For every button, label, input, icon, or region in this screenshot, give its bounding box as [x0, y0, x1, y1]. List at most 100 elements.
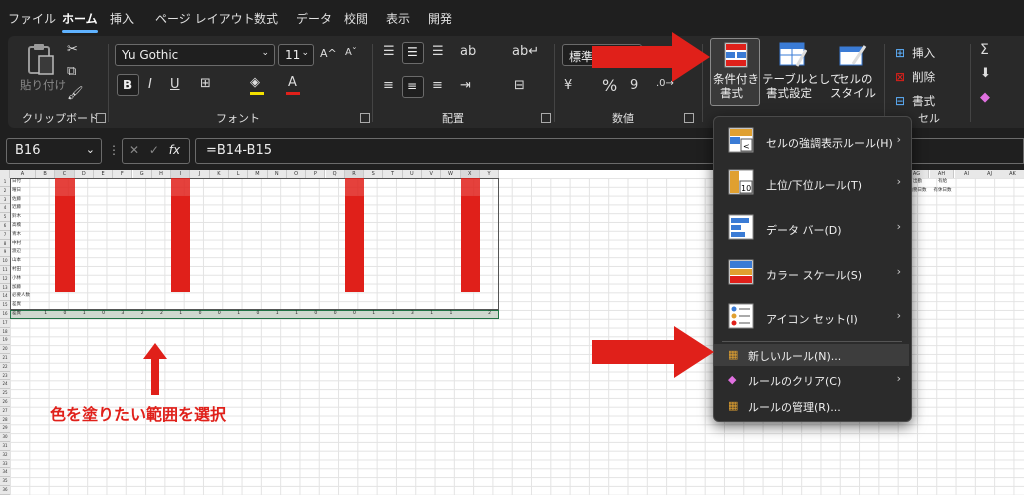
diff-cell[interactable]: 2 [152, 310, 171, 319]
row-header[interactable]: 20 [0, 345, 10, 354]
format-painter-icon[interactable]: 🖌 [67, 86, 84, 101]
enter-icon[interactable]: ✓ [149, 143, 159, 157]
diff-cell[interactable]: 1 [268, 310, 287, 319]
column-header[interactable]: J [190, 170, 210, 178]
name-cell[interactable]: 高橋 [10, 222, 36, 231]
row-header[interactable]: 7 [0, 230, 10, 240]
row-header[interactable]: 25 [0, 389, 10, 398]
row-header[interactable]: 5 [0, 213, 10, 222]
number-launcher-icon[interactable] [684, 113, 694, 123]
column-header[interactable]: A [10, 170, 36, 178]
format-cells-button[interactable]: ⊟ 書式 [895, 90, 935, 109]
name-cell[interactable]: 近藤 [10, 204, 36, 213]
format-as-table-button[interactable]: テーブルとして 書式設定 [762, 40, 841, 106]
function-icon[interactable]: fx [169, 143, 180, 157]
font-launcher-icon[interactable] [360, 113, 370, 123]
name-cell[interactable]: 差異 [10, 301, 36, 310]
tab-7[interactable]: 表示 [386, 10, 410, 27]
diff-cell[interactable]: 0 [190, 310, 209, 319]
column-header[interactable]: Y [479, 170, 500, 178]
diff-cell[interactable]: 1 [287, 310, 306, 319]
column-header[interactable]: O [286, 170, 307, 178]
column-header[interactable]: I [171, 170, 191, 178]
menu-item-highlight-rules[interactable]: < セルの強調表示ルール(H) › [714, 123, 909, 159]
paste-button[interactable]: 貼り付け [18, 42, 66, 102]
row-header[interactable]: 33 [0, 459, 10, 469]
insert-cells-button[interactable]: ⊞ 挿入 [895, 42, 935, 61]
column-header[interactable]: L [229, 170, 249, 178]
tab-2[interactable]: 挿入 [110, 10, 134, 27]
name-cell[interactable]: 中村 [10, 240, 36, 249]
name-box[interactable]: B16 ⌄ [6, 138, 102, 164]
row-header[interactable]: 31 [0, 442, 10, 451]
shrink-font-button[interactable]: Aˇ [345, 47, 357, 58]
align-center-icon[interactable]: ≡ [402, 76, 424, 98]
tab-0[interactable]: ファイル [8, 10, 56, 27]
copy-icon[interactable]: ⧉ [67, 64, 76, 79]
row-header[interactable]: 35 [0, 477, 10, 486]
menu-item-icon-sets[interactable]: アイコン セット(I) › [714, 299, 909, 335]
column-header[interactable]: U [402, 170, 422, 178]
column-header[interactable]: F [113, 170, 133, 178]
menu-item-new-rule[interactable]: ▦ 新しいルール(N)... [714, 344, 909, 366]
font-color-icon[interactable]: A [286, 75, 300, 95]
row-header[interactable]: 13 [0, 283, 10, 293]
column-header[interactable]: AJ [978, 170, 1002, 178]
column-header[interactable]: AI [955, 170, 979, 178]
row-header[interactable]: 18 [0, 327, 10, 337]
diff-cell[interactable]: 1 [75, 310, 94, 319]
name-cell[interactable]: 佐藤 [10, 196, 36, 205]
row-header[interactable]: 1 [0, 178, 10, 187]
tab-5[interactable]: データ [296, 10, 332, 27]
diff-cell[interactable]: 0 [94, 310, 113, 319]
name-cell[interactable]: 曜日 [10, 187, 36, 196]
align-left-icon[interactable]: ≡ [383, 78, 394, 93]
diff-cell[interactable]: 1 [422, 310, 441, 319]
column-header[interactable]: R [344, 170, 365, 178]
indent-icon[interactable]: ⇥ [460, 78, 471, 93]
column-header[interactable]: T [383, 170, 403, 178]
name-cell[interactable]: 加藤 [10, 284, 36, 293]
row-header[interactable]: 36 [0, 486, 10, 495]
row-header[interactable]: 2 [0, 186, 10, 196]
grow-font-button[interactable]: A^ [320, 47, 337, 60]
row-header[interactable]: 29 [0, 424, 10, 434]
tab-4[interactable]: 数式 [254, 10, 278, 27]
bold-button[interactable]: B [117, 74, 139, 96]
row-header[interactable]: 14 [0, 292, 10, 302]
column-header[interactable]: N [267, 170, 287, 178]
diff-cell[interactable]: 1 [36, 310, 55, 319]
column-header[interactable]: C [55, 170, 75, 178]
row-header[interactable]: 23 [0, 371, 10, 381]
borders-icon[interactable]: ⊞ [200, 76, 211, 91]
font-size-select[interactable]: 11 ⌄ [278, 44, 314, 66]
row-header[interactable]: 34 [0, 468, 10, 478]
cut-icon[interactable]: ✂ [67, 42, 78, 57]
diff-cell[interactable]: 0 [210, 310, 229, 319]
underline-button[interactable]: U [170, 77, 180, 92]
font-name-select[interactable]: Yu Gothic ⌄ [115, 44, 275, 66]
column-header[interactable]: Q [325, 170, 345, 178]
diff-cell[interactable]: 1 [364, 310, 383, 319]
alignment-launcher-icon[interactable] [541, 113, 551, 123]
column-header[interactable]: X [460, 170, 480, 178]
cell-styles-button[interactable]: セルの スタイル [826, 40, 880, 106]
row-header[interactable]: 27 [0, 406, 10, 416]
row-header[interactable]: 16 [0, 310, 10, 319]
row-header[interactable]: 3 [0, 195, 10, 205]
row-header[interactable]: 21 [0, 354, 10, 363]
cancel-icon[interactable]: ✕ [129, 143, 139, 157]
tab-6[interactable]: 校閲 [344, 10, 368, 27]
tab-8[interactable]: 開発 [428, 10, 452, 27]
column-header[interactable]: AH [930, 170, 954, 178]
diff-cell[interactable]: 1 [441, 310, 460, 319]
diff-cell[interactable]: 2 [480, 310, 499, 319]
row-header[interactable]: 6 [0, 222, 10, 231]
column-header[interactable]: S [364, 170, 384, 178]
row-header[interactable]: 28 [0, 415, 10, 425]
menu-item-top-bottom-rules[interactable]: 10 上位/下位ルール(T) › [714, 165, 909, 201]
row-header[interactable]: 30 [0, 433, 10, 442]
currency-icon[interactable]: ¥ [564, 78, 572, 93]
diff-cell[interactable]: 1 [229, 310, 248, 319]
row-header[interactable]: 19 [0, 336, 10, 346]
